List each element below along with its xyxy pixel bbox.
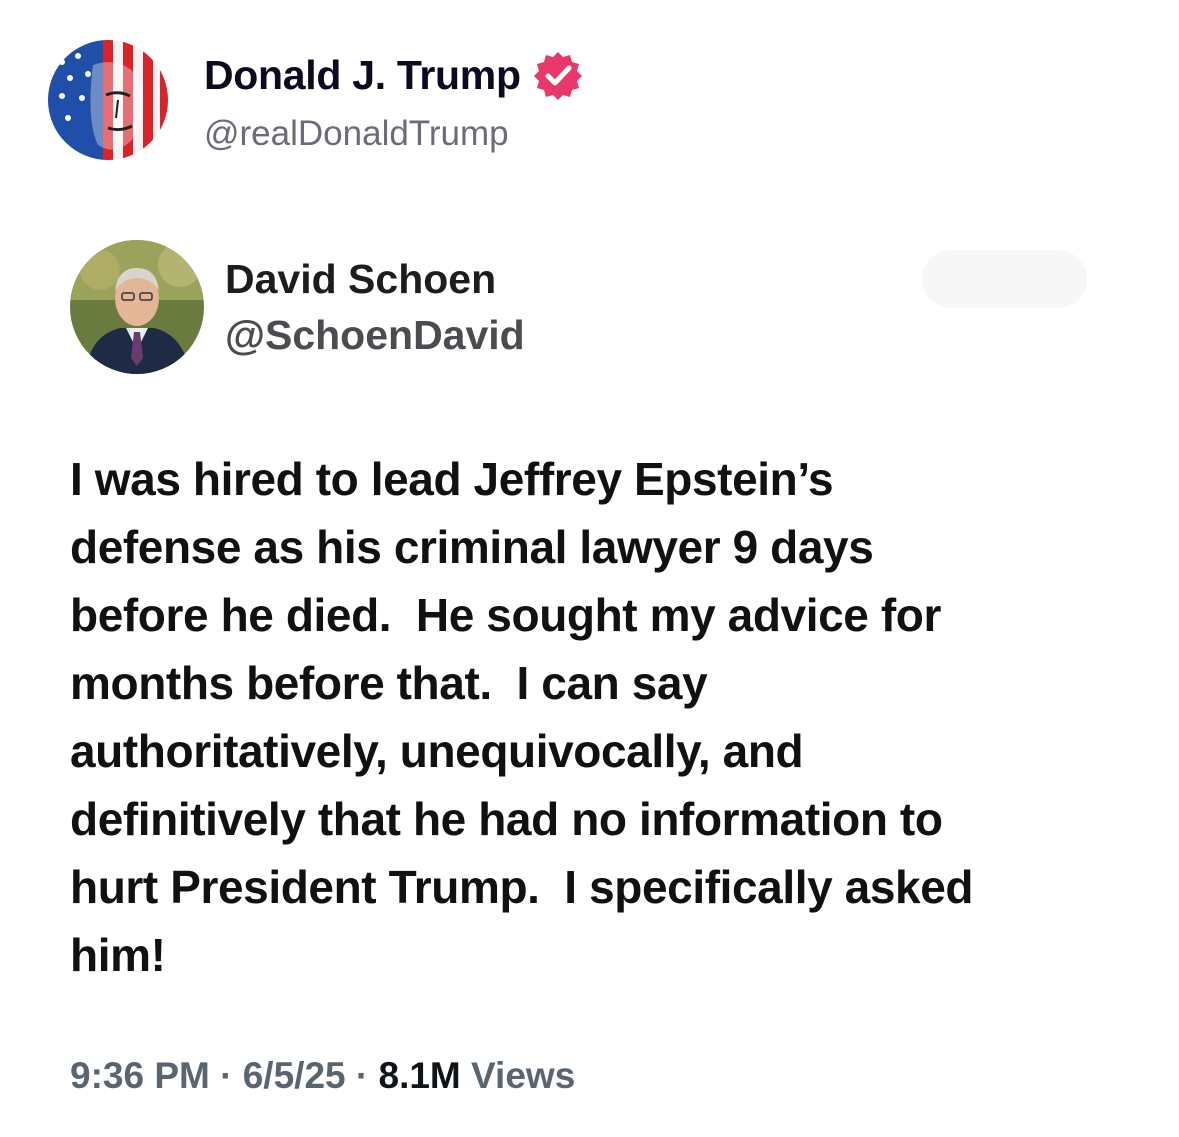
- quoted-post-text: I was hired to lead Jeffrey Epstein’s de…: [70, 445, 1130, 989]
- quoted-post-header: David Schoen @SchoenDavid: [70, 240, 1110, 375]
- post-text-line: definitively that he had no information …: [70, 793, 943, 845]
- portrait-avatar-icon: [70, 240, 204, 374]
- author-handle[interactable]: @realDonaldTrump: [204, 114, 509, 154]
- post-author-header: Donald J. Trump @realDonaldTrump: [48, 40, 948, 165]
- flag-face-avatar-icon: [48, 40, 168, 160]
- meta-separator: ·: [209, 1055, 243, 1096]
- post-text-line: hurt President Trump. I specifically ask…: [70, 861, 974, 913]
- post-text-line: defense as his criminal lawyer 9 days: [70, 521, 874, 573]
- post-text-line: him!: [70, 929, 166, 981]
- post-text-line: months before that. I can say: [70, 657, 708, 709]
- post-meta: 9:36 PM · 6/5/25 · 8.1M Views: [70, 1055, 575, 1097]
- author-avatar[interactable]: [48, 40, 168, 160]
- post-text-line: I was hired to lead Jeffrey Epstein’s: [70, 453, 834, 505]
- verified-badge-icon: [533, 50, 583, 100]
- views-label: Views: [460, 1055, 576, 1096]
- author-name-row: Donald J. Trump: [204, 50, 583, 100]
- post-time[interactable]: 9:36 PM: [70, 1055, 210, 1096]
- quoted-author-avatar[interactable]: [70, 240, 204, 374]
- post-text-line: before he died. He sought my advice for: [70, 589, 941, 641]
- author-name[interactable]: Donald J. Trump: [204, 52, 521, 99]
- post-text-line: authoritatively, unequivocally, and: [70, 725, 804, 777]
- meta-separator: ·: [345, 1055, 379, 1096]
- post-date[interactable]: 6/5/25: [243, 1055, 346, 1096]
- follow-button[interactable]: [922, 250, 1087, 308]
- quoted-author-name[interactable]: David Schoen: [225, 256, 496, 303]
- views-count[interactable]: 8.1M: [379, 1055, 461, 1096]
- quoted-author-handle[interactable]: @SchoenDavid: [225, 312, 525, 359]
